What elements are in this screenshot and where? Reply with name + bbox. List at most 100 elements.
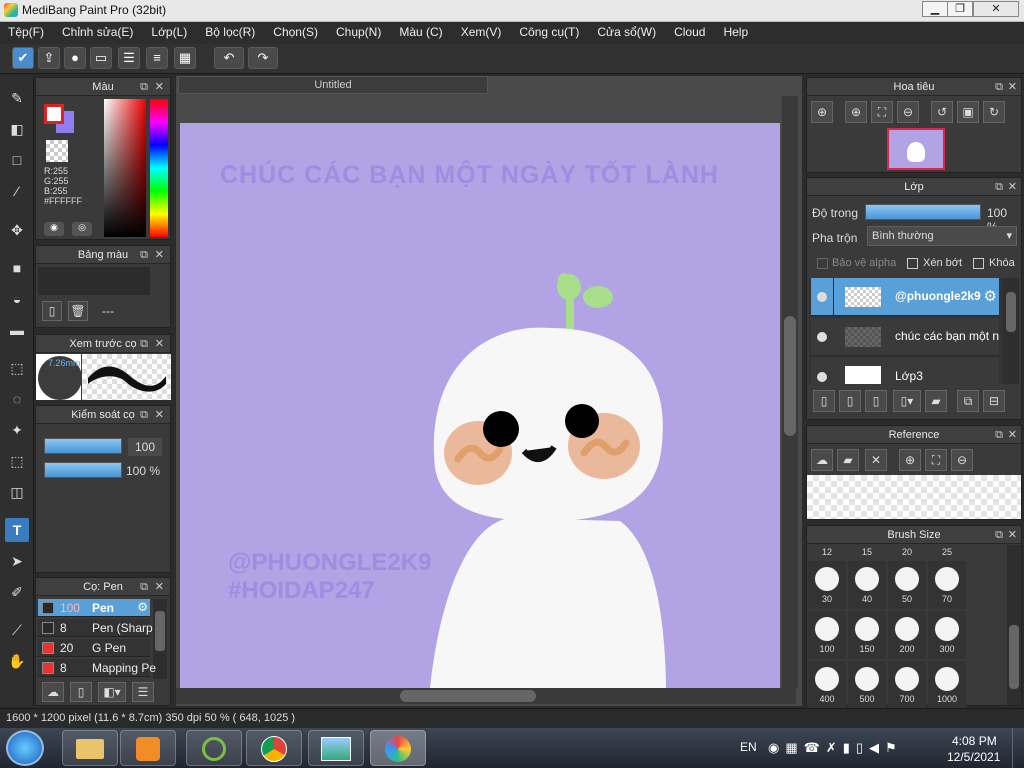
new-8bit-layer-icon[interactable]: ▯ bbox=[839, 390, 861, 412]
brush-size-slider[interactable] bbox=[44, 438, 122, 454]
brush-size-preset[interactable]: 70 bbox=[928, 561, 966, 609]
brush-list-item[interactable]: 8 Pen (Sharp bbox=[38, 619, 153, 637]
popout-icon[interactable]: ⧉ bbox=[995, 78, 1003, 96]
palette-slots[interactable] bbox=[38, 267, 150, 295]
fit-window-icon[interactable]: ⛶ bbox=[925, 449, 947, 471]
brush-list-item[interactable]: 8 Mapping Pe bbox=[38, 659, 156, 677]
saturation-value-picker[interactable] bbox=[104, 99, 146, 237]
tray-icons[interactable]: ◉▦☎✗▮▯◀⚑ bbox=[768, 740, 903, 756]
menu-cloud[interactable]: Cloud bbox=[672, 22, 713, 44]
navigator-thumbnail[interactable] bbox=[887, 128, 945, 170]
menu-color[interactable]: Màu (C) bbox=[397, 22, 450, 44]
eye-icon[interactable] bbox=[817, 292, 827, 302]
brush-size-preset[interactable]: 50 bbox=[888, 561, 926, 609]
reset-view-icon[interactable]: ▣ bbox=[957, 101, 979, 123]
document-icon[interactable]: ☰ bbox=[118, 47, 140, 69]
reference-canvas[interactable] bbox=[807, 475, 1021, 519]
gear-icon[interactable]: ⚙ bbox=[137, 600, 148, 614]
select-rect-icon[interactable]: ⬚ bbox=[5, 356, 29, 380]
clipping-checkbox[interactable] bbox=[907, 258, 918, 269]
brush-size-value[interactable]: 100 bbox=[128, 438, 162, 456]
eraser-tool-icon[interactable]: ◧ bbox=[5, 117, 29, 141]
menu-window[interactable]: Cửa sổ(W) bbox=[595, 22, 664, 44]
color-mix-icon[interactable]: ◎ bbox=[72, 222, 92, 236]
close-icon[interactable]: ✕ bbox=[1008, 78, 1017, 96]
close-icon[interactable]: ✕ bbox=[155, 78, 164, 96]
primary-color-swatch[interactable] bbox=[44, 104, 64, 124]
gear-icon[interactable]: ⚙ bbox=[984, 287, 997, 305]
close-icon[interactable]: ✕ bbox=[155, 406, 164, 424]
duplicate-layer-icon[interactable]: ⧉ bbox=[957, 390, 979, 412]
media-player-icon[interactable] bbox=[120, 730, 176, 766]
open-folder-icon[interactable]: ▰ bbox=[837, 449, 859, 471]
select-eraser-icon[interactable]: ◫ bbox=[5, 480, 29, 504]
brush-size-header[interactable]: 20 bbox=[893, 547, 921, 557]
start-button[interactable] bbox=[6, 730, 44, 766]
lasso-tool-icon[interactable]: ◌ bbox=[5, 387, 29, 411]
magic-wand-icon[interactable]: ✦ bbox=[5, 418, 29, 442]
minimize-button[interactable]: ▁ bbox=[922, 1, 948, 17]
brush-size-header[interactable]: 25 bbox=[933, 547, 961, 557]
move-tool-icon[interactable]: ✥ bbox=[5, 218, 29, 242]
hand-tool-icon[interactable]: ✋ bbox=[5, 649, 29, 673]
close-icon[interactable]: ✕ bbox=[155, 246, 164, 264]
close-icon[interactable]: ✕ bbox=[1008, 426, 1017, 444]
brush-size-preset[interactable]: 300 bbox=[928, 611, 966, 659]
menu-file[interactable]: Tệp(F) bbox=[6, 22, 52, 44]
new-palette-icon[interactable]: ▯ bbox=[42, 301, 62, 321]
brush-settings-icon[interactable]: ☰ bbox=[132, 682, 154, 702]
canvas-horizontal-scrollbar[interactable] bbox=[176, 688, 796, 704]
close-reference-icon[interactable]: ✕ bbox=[865, 449, 887, 471]
gradient-tool-icon[interactable]: ▬ bbox=[5, 318, 29, 342]
brush-tool-icon[interactable]: ✎ bbox=[5, 86, 29, 110]
show-desktop-button[interactable] bbox=[1012, 728, 1024, 768]
eye-icon[interactable] bbox=[817, 372, 827, 382]
dot-brush-icon[interactable]: ⁄ bbox=[5, 179, 29, 203]
speech-icon[interactable]: ▭ bbox=[90, 47, 112, 69]
menu-select[interactable]: Chọn(S) bbox=[271, 22, 326, 44]
operation-tool-icon[interactable]: ➤ bbox=[5, 549, 29, 573]
hue-slider[interactable] bbox=[150, 99, 168, 237]
popout-icon[interactable]: ⧉ bbox=[995, 526, 1003, 544]
shape-tool-icon[interactable]: □ bbox=[5, 148, 29, 172]
save-cloud-icon[interactable]: ✔ bbox=[12, 47, 34, 69]
zoom-out-icon[interactable]: ⊖ bbox=[897, 101, 919, 123]
bucket-tool-icon[interactable]: ◒ bbox=[5, 287, 29, 311]
medibang-taskbar-icon[interactable] bbox=[370, 730, 426, 766]
brush-size-header[interactable]: 12 bbox=[813, 547, 841, 557]
zoom-out-icon[interactable]: ⊖ bbox=[951, 449, 973, 471]
popout-icon[interactable]: ⧉ bbox=[140, 406, 148, 424]
layer-opacity-slider[interactable] bbox=[865, 204, 981, 220]
file-explorer-icon[interactable] bbox=[62, 730, 118, 766]
delete-palette-icon[interactable]: 🗑 bbox=[68, 301, 88, 321]
layer-row[interactable]: Lớp3 bbox=[811, 358, 999, 384]
popout-icon[interactable]: ⧉ bbox=[140, 78, 148, 96]
brush-size-preset[interactable]: 700 bbox=[888, 661, 926, 709]
brush-size-preset[interactable]: 200 bbox=[888, 611, 926, 659]
brush-size-preset[interactable]: 30 bbox=[808, 561, 846, 609]
zoom-in-icon[interactable]: ⊕ bbox=[845, 101, 867, 123]
close-button[interactable]: ✕ bbox=[973, 1, 1019, 17]
pen-tool-icon[interactable]: ✐ bbox=[5, 580, 29, 604]
document-tab[interactable]: Untitled bbox=[178, 76, 488, 94]
redo-icon[interactable]: ↷ bbox=[248, 47, 278, 69]
fill-rect-icon[interactable]: ■ bbox=[5, 256, 29, 280]
brush-size-header[interactable]: 15 bbox=[853, 547, 881, 557]
close-icon[interactable]: ✕ bbox=[155, 335, 164, 353]
color-wheel-icon[interactable]: ◉ bbox=[44, 222, 64, 236]
cloud-upload-icon[interactable]: ☁ bbox=[811, 449, 833, 471]
popout-icon[interactable]: ⧉ bbox=[140, 335, 148, 353]
undo-icon[interactable]: ↶ bbox=[214, 47, 244, 69]
rotate-right-icon[interactable]: ↻ bbox=[983, 101, 1005, 123]
maximize-button[interactable]: ❐ bbox=[947, 1, 973, 17]
merge-layer-icon[interactable]: ⊟ bbox=[983, 390, 1005, 412]
zoom-fit-icon[interactable]: ⊕ bbox=[811, 101, 833, 123]
clock-date[interactable]: 12/5/2021 bbox=[947, 750, 1000, 764]
brush-menu-icon[interactable]: ◧▾ bbox=[98, 682, 126, 702]
upload-icon[interactable]: ⇪ bbox=[38, 47, 60, 69]
photo-viewer-icon[interactable] bbox=[308, 730, 364, 766]
canvas-vertical-scrollbar[interactable] bbox=[782, 96, 798, 688]
brush-list-item[interactable]: 100 Pen ⚙ bbox=[38, 599, 150, 617]
blend-mode-select[interactable]: Bình thường ▾ bbox=[867, 226, 1017, 246]
language-indicator[interactable]: EN bbox=[740, 740, 757, 754]
